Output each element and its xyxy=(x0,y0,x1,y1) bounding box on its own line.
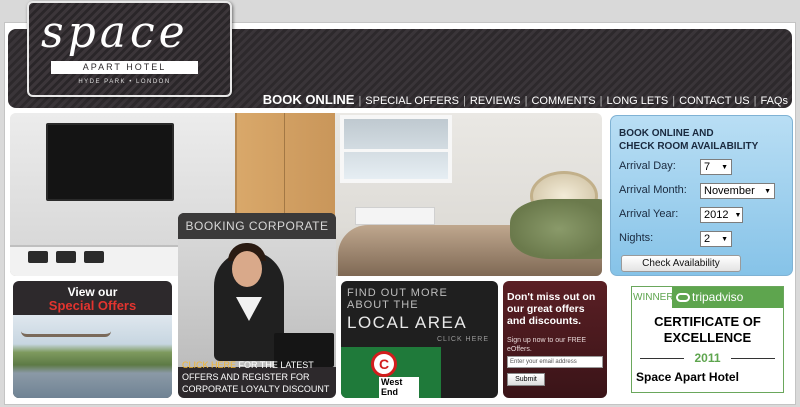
offers-bridge xyxy=(21,331,111,337)
nav-separator: | xyxy=(463,95,466,107)
newsletter-tile: Don't miss out on our great offers and d… xyxy=(503,281,607,398)
chevron-down-icon: ▼ xyxy=(734,211,742,219)
owl-icon xyxy=(676,293,690,303)
nights-value: 2 xyxy=(704,233,711,245)
offers-river-photo xyxy=(13,315,172,398)
nav-separator: | xyxy=(753,95,757,107)
arrival-year-label: Arrival Year: xyxy=(619,208,679,220)
booking-widget: BOOK ONLINE AND CHECK ROOM AVAILABILITY … xyxy=(610,115,793,276)
special-offers-tile[interactable]: View our Special Offers xyxy=(13,281,172,398)
tripadvisor-badge[interactable]: WINNER tripadviso CERTIFICATE OF EXCELLE… xyxy=(631,286,784,393)
nights-label: Nights: xyxy=(619,232,654,244)
booking-title-line2: CHECK ROOM AVAILABILITY xyxy=(619,141,759,152)
check-availability-button[interactable]: Check Availability xyxy=(621,255,741,272)
nav-comments[interactable]: COMMENTS xyxy=(531,95,595,107)
chevron-down-icon: ▼ xyxy=(764,187,771,195)
trip-winner-label: WINNER xyxy=(632,287,674,308)
main-nav: BOOK ONLINE | SPECIAL OFFERS | REVIEWS |… xyxy=(263,92,788,107)
nav-special-offers[interactable]: SPECIAL OFFERS xyxy=(365,95,459,107)
logo-location: HYDE PARK • LONDON xyxy=(78,79,171,85)
chevron-down-icon: ▼ xyxy=(721,163,728,171)
nights-select[interactable]: 2 ▼ xyxy=(700,231,732,247)
arrival-year-select[interactable]: 2012 ▼ xyxy=(700,207,743,223)
offers-line1: View our xyxy=(67,285,118,299)
submit-button[interactable]: Submit xyxy=(507,373,545,386)
local-click-here[interactable]: CLICK HERE xyxy=(437,336,489,343)
hero-outlet xyxy=(28,251,48,263)
offers-line2: Special Offers xyxy=(48,298,137,313)
corporate-text: CLICK HERE FOR THE LATEST OFFERS AND REG… xyxy=(182,359,332,395)
logo-wordmark: space xyxy=(41,7,189,58)
email-field[interactable]: Enter your email address xyxy=(507,356,603,368)
logo-subtitle: APART HOTEL xyxy=(82,62,167,72)
hero-tv xyxy=(46,123,174,201)
logo[interactable]: space APART HOTEL HYDE PARK • LONDON xyxy=(27,1,232,97)
cert-line1: CERTIFICATE OF xyxy=(654,314,761,329)
nav-separator: | xyxy=(524,95,528,107)
hero-outlet xyxy=(56,251,76,263)
local-area-tile[interactable]: FIND OUT MORE ABOUT THE LOCAL AREA CLICK… xyxy=(341,281,498,398)
local-line2: ABOUT THE xyxy=(347,299,419,311)
hero-outlet xyxy=(84,251,104,263)
nav-separator: | xyxy=(672,95,676,107)
local-line3: LOCAL AREA xyxy=(347,313,468,332)
nav-separator: | xyxy=(599,95,603,107)
nav-separator: | xyxy=(358,95,362,107)
nav-book-online[interactable]: BOOK ONLINE xyxy=(263,92,355,107)
nav-contact-us[interactable]: CONTACT US xyxy=(679,95,750,107)
hero-pillow xyxy=(510,199,602,259)
trip-brand-text: tripadviso xyxy=(692,290,744,304)
arrival-month-select[interactable]: November ▼ xyxy=(700,183,775,199)
corporate-click-here[interactable]: CLICK HERE xyxy=(182,360,236,370)
chevron-down-icon: ▼ xyxy=(721,235,728,243)
local-line1: FIND OUT MORE xyxy=(347,287,448,299)
hero-window-bar xyxy=(340,149,452,152)
corporate-travel-tile[interactable]: BOOKING CORPORATE TRAVEL? CLICK HERE FOR… xyxy=(178,213,336,398)
arrival-day-value: 7 xyxy=(704,161,711,173)
arrival-month-label: Arrival Month: xyxy=(619,184,687,196)
nav-faqs[interactable]: FAQs xyxy=(760,95,788,107)
congestion-charge-icon: C xyxy=(371,351,397,377)
newsletter-signup-text: Sign up now to our FREE eOffers. xyxy=(507,337,586,353)
corporate-person-face xyxy=(232,251,262,287)
newsletter-heading: Don't miss out on our great offers and d… xyxy=(507,291,596,327)
cert-year: 2011 xyxy=(694,351,721,365)
trip-brand: tripadviso xyxy=(672,287,783,308)
west-end-sign: West End xyxy=(379,377,419,398)
cert-line2: EXCELLENCE xyxy=(663,330,752,345)
arrival-day-select[interactable]: 7 ▼ xyxy=(700,159,732,175)
arrival-year-value: 2012 xyxy=(704,209,729,221)
arrival-day-label: Arrival Day: xyxy=(619,160,676,172)
hotel-name: Space Apart Hotel xyxy=(636,370,739,384)
arrival-month-value: November xyxy=(704,185,755,197)
nav-long-lets[interactable]: LONG LETS xyxy=(607,95,669,107)
booking-title: BOOK ONLINE AND CHECK ROOM AVAILABILITY xyxy=(619,127,789,153)
hero-radiator xyxy=(355,207,435,225)
nav-reviews[interactable]: REVIEWS xyxy=(470,95,521,107)
booking-title-line1: BOOK ONLINE AND xyxy=(619,128,714,139)
hero-wardrobe-line xyxy=(284,113,285,213)
corporate-heading: BOOKING CORPORATE TRAVEL? xyxy=(178,213,336,259)
